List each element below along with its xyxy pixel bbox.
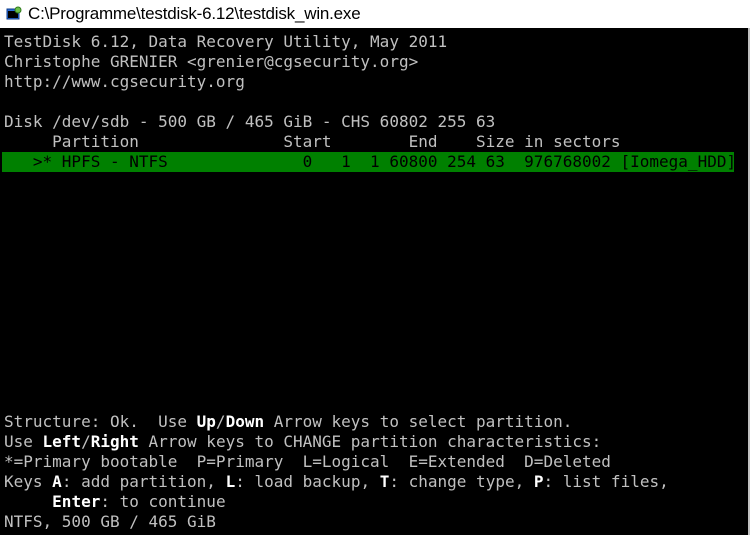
disk-info: Disk /dev/sdb - 500 GB / 465 GiB - CHS 6… xyxy=(4,112,496,131)
help-text: Keys xyxy=(4,472,53,491)
partition-row-text: >* HPFS - NTFS 0 1 1 60800 254 63 976768… xyxy=(4,152,737,171)
help-text: : change type, xyxy=(389,472,534,491)
console-area[interactable]: TestDisk 6.12, Data Recovery Utility, Ma… xyxy=(0,28,750,535)
status-help-line-1: Structure: Ok. Use Up/Down Arrow keys to… xyxy=(4,412,572,432)
terminal-window: C:\Programme\testdisk-6.12\testdisk_win.… xyxy=(0,0,750,535)
help-text: Use xyxy=(4,432,43,451)
help-text: : add partition, xyxy=(61,472,226,491)
selected-partition-summary: NTFS, 500 GB / 465 GiB xyxy=(4,512,216,531)
key-enter: Enter xyxy=(52,492,101,511)
keys-help-line: Keys A: add partition, L: load backup, T… xyxy=(4,472,669,492)
key-t: T xyxy=(379,472,390,491)
author-line: Christophe GRENIER <grenier@cgsecurity.o… xyxy=(4,52,419,71)
console-window-icon[interactable] xyxy=(6,6,22,22)
enter-help-line: Enter: to continue xyxy=(4,492,226,512)
key-down: Down xyxy=(225,412,265,431)
help-text: Arrow keys to CHANGE partition character… xyxy=(138,432,602,451)
status-help-line-2: Use Left/Right Arrow keys to CHANGE part… xyxy=(4,432,601,452)
key-right: Right xyxy=(90,432,139,451)
key-a: A xyxy=(52,472,62,491)
key-left: Left xyxy=(42,432,82,451)
help-text: : to continue xyxy=(100,492,226,511)
key-l: L xyxy=(225,472,236,491)
window-title: C:\Programme\testdisk-6.12\testdisk_win.… xyxy=(28,4,361,23)
website-line: http://www.cgsecurity.org xyxy=(4,72,245,91)
help-text: : list files, xyxy=(543,472,669,491)
key-up: Up xyxy=(196,412,216,431)
help-text xyxy=(4,492,52,511)
help-text: / xyxy=(81,432,91,451)
help-text: : load backup, xyxy=(235,472,380,491)
help-text: / xyxy=(215,412,226,431)
table-row[interactable]: >* HPFS - NTFS 0 1 1 60800 254 63 976768… xyxy=(2,152,737,172)
key-p: P xyxy=(533,472,544,491)
help-text: Arrow keys to select partition. xyxy=(264,412,573,431)
title-bar[interactable]: C:\Programme\testdisk-6.12\testdisk_win.… xyxy=(0,0,750,28)
partition-type-legend: *=Primary bootable P=Primary L=Logical E… xyxy=(4,452,611,471)
partition-table-header: Partition Start End Size in sectors xyxy=(4,132,621,151)
app-title-line: TestDisk 6.12, Data Recovery Utility, Ma… xyxy=(4,32,448,51)
help-text: Structure: Ok. Use xyxy=(4,412,197,431)
